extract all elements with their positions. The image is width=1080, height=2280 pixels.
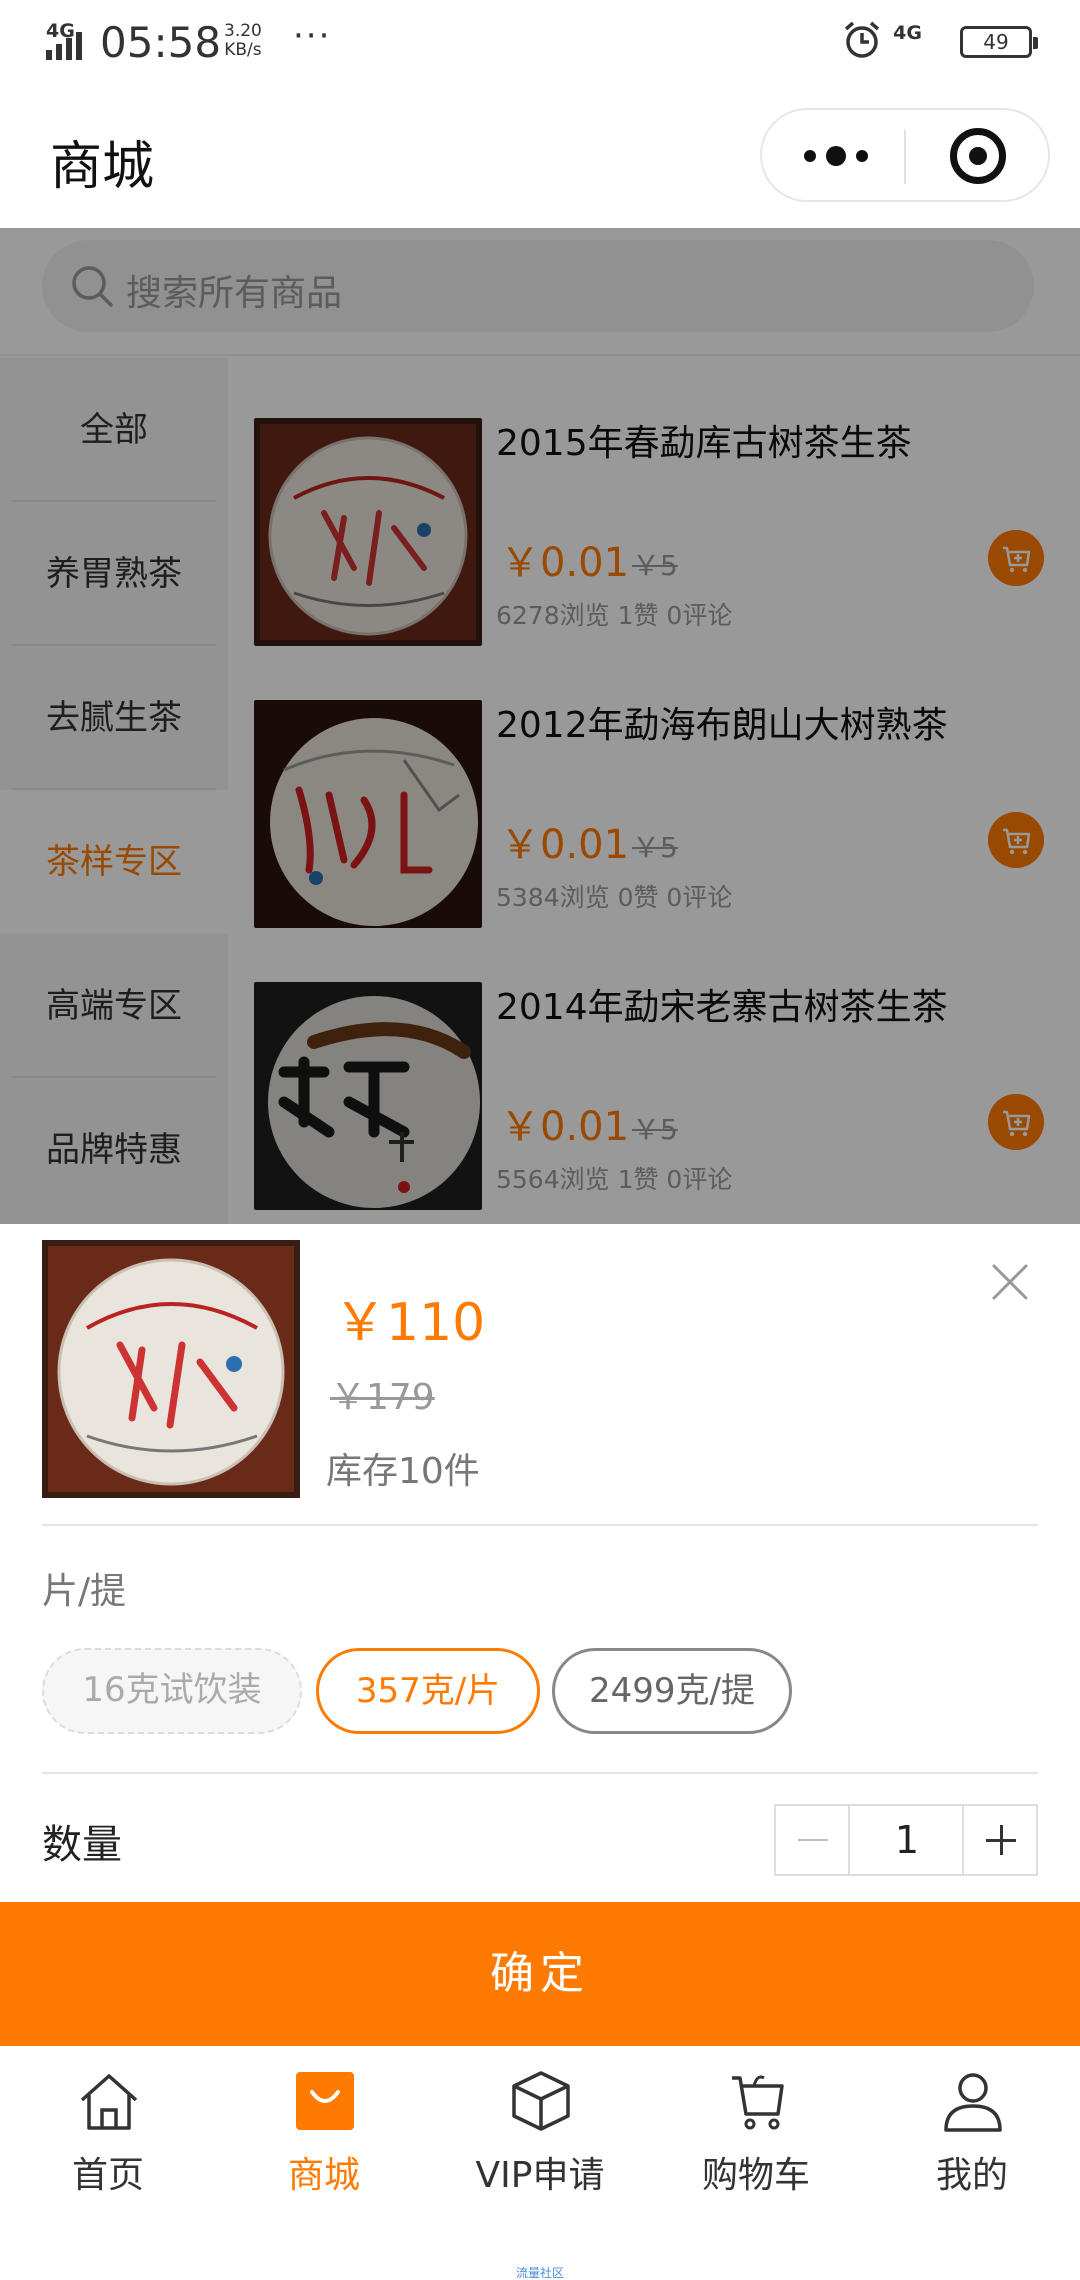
increase-button[interactable] [962, 1806, 1036, 1874]
quantity-label: 数量 [42, 1822, 122, 1868]
tab-profile[interactable]: 我的 [864, 2046, 1080, 2226]
close-icon[interactable] [988, 1260, 1032, 1304]
nav-bar: 商城 [0, 84, 1080, 228]
tab-label: 商城 [287, 2155, 360, 2196]
clock: 05:58 [100, 18, 222, 67]
sku-old-price: ￥179 [330, 1377, 435, 1418]
speed-value: 3.20 [224, 21, 262, 41]
tab-home[interactable]: 首页 [0, 2046, 216, 2226]
divider [42, 1772, 1038, 1774]
tab-label: 我的 [935, 2155, 1008, 2196]
page-title: 商城 [50, 137, 155, 197]
more-notifications-icon: ··· [293, 16, 332, 56]
network-type-right: 4G [893, 22, 922, 44]
speed-unit: KB/s [224, 40, 262, 60]
tab-mall[interactable]: 商城 [216, 2046, 432, 2226]
quantity-value[interactable]: 1 [850, 1806, 964, 1874]
alarm-icon [844, 21, 880, 58]
tab-bar: 首页 商城 VIP申请 购物车 我的 [0, 2046, 1080, 2226]
tab-label: 购物车 [701, 2155, 810, 2196]
divider [42, 1524, 1038, 1526]
spec-label: 片/提 [42, 1571, 127, 1612]
more-menu-button[interactable] [798, 136, 878, 176]
option-357g-cake[interactable]: 357克/片 [316, 1648, 540, 1734]
tab-cart[interactable]: 购物车 [648, 2046, 864, 2226]
signal-icon: 4G [46, 20, 90, 60]
status-bar: 4G 05:58 3.20 KB/s ··· 4G 49 [0, 0, 1080, 84]
watermark: 流量社区 [515, 2266, 564, 2280]
decrease-button[interactable] [776, 1806, 850, 1874]
confirm-button[interactable]: 确定 [0, 1902, 1080, 2046]
close-miniprogram-button[interactable] [950, 128, 1006, 184]
miniprogram-capsule [760, 108, 1050, 202]
cart-icon [732, 2075, 784, 2130]
sku-selector-sheet: ￥110 ￥179 库存10件 片/提 16克试饮装 357克/片 2499克/… [0, 1224, 1080, 2046]
shopping-bag-icon [296, 2072, 354, 2130]
option-2499g-tong[interactable]: 2499克/提 [552, 1648, 792, 1734]
sku-price: ￥110 [334, 1293, 486, 1353]
tab-label: VIP申请 [475, 2155, 605, 2196]
quantity-stepper: 1 [774, 1804, 1038, 1876]
sku-stock: 库存10件 [326, 1451, 480, 1492]
battery-level: 49 [983, 30, 1009, 54]
tab-label: 首页 [71, 2155, 144, 2196]
battery-icon: 49 [960, 26, 1038, 58]
network-speed: 3.20 KB/s [224, 22, 262, 60]
home-icon [80, 2074, 138, 2130]
user-icon [944, 2073, 1002, 2132]
capsule-divider [904, 130, 906, 184]
modal-overlay[interactable] [0, 228, 1080, 1224]
cube-icon [512, 2071, 570, 2131]
tab-vip[interactable]: VIP申请 [432, 2046, 648, 2226]
option-trial-pack[interactable]: 16克试饮装 [42, 1648, 302, 1734]
sku-product-image [42, 1240, 300, 1498]
